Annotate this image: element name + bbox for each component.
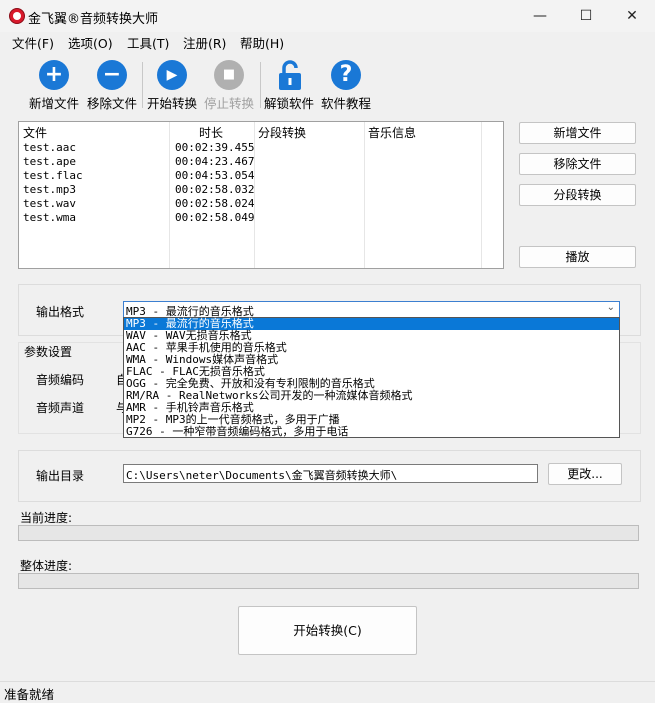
start-convert-tool-label: 开始转换	[146, 96, 197, 111]
file-name: test.wma	[23, 211, 76, 224]
change-dir-button[interactable]: 更改...	[548, 463, 622, 485]
unlock-software-tool-button[interactable]: 解锁软件	[263, 56, 315, 112]
close-button[interactable]: ✕	[609, 0, 655, 32]
file-name: test.wav	[23, 197, 76, 210]
column-divider	[481, 122, 482, 268]
column-header-file[interactable]: 文件	[23, 124, 47, 141]
overall-progress-label: 整体进度:	[20, 559, 73, 573]
current-progress-bar	[18, 525, 639, 541]
params-group-title: 参数设置	[24, 345, 73, 359]
column-header-duration[interactable]: 时长	[199, 124, 223, 141]
plus-icon: +	[39, 60, 69, 90]
tutorial-tool-label: 软件教程	[320, 96, 371, 111]
window-title: 金飞翼®音频转换大师	[28, 12, 159, 27]
file-duration: 00:04:53.054	[175, 169, 255, 182]
chevron-down-icon: ⌄	[606, 302, 615, 313]
start-convert-tool-button[interactable]: ▶ 开始转换	[146, 56, 198, 112]
overall-progress-bar	[18, 573, 639, 589]
output-dir-label: 输出目录	[36, 469, 85, 483]
minimize-button[interactable]: —	[517, 0, 563, 32]
status-bar: 准备就绪	[0, 681, 655, 702]
file-name: test.flac	[23, 169, 83, 182]
remove-file-button[interactable]: 移除文件	[519, 153, 636, 175]
format-option-g726[interactable]: G726 - 一种窄带音频编码格式，多用于电话	[124, 426, 619, 438]
menu-help[interactable]: 帮助(H)	[240, 33, 284, 52]
menu-file[interactable]: 文件(F)	[12, 33, 54, 52]
menu-options[interactable]: 选项(O)	[68, 33, 113, 52]
column-divider	[364, 122, 365, 268]
menu-tools[interactable]: 工具(T)	[127, 33, 169, 52]
unlock-software-tool-label: 解锁软件	[263, 96, 314, 111]
output-dir-path: C:\Users\neter\Documents\金飞翼音频转换大师\	[126, 469, 398, 482]
column-divider	[169, 122, 170, 268]
play-icon: ▶	[157, 60, 187, 90]
file-name: test.aac	[23, 141, 76, 154]
menu-register[interactable]: 注册(R)	[183, 33, 226, 52]
help-icon: ?	[331, 60, 361, 90]
stop-convert-tool-label: 停止转换	[203, 96, 254, 111]
file-duration: 00:02:39.455	[175, 141, 255, 154]
title-bar: 金飞翼®音频转换大师 — ☐ ✕	[0, 0, 655, 32]
add-file-tool-label: 新增文件	[28, 96, 79, 111]
toolbar-separator	[142, 62, 143, 108]
tutorial-tool-button[interactable]: ? 软件教程	[320, 56, 372, 112]
stop-convert-tool-button[interactable]: ■ 停止转换	[203, 56, 255, 112]
column-header-music-info[interactable]: 音乐信息	[368, 124, 416, 141]
toolbar: + 新增文件 − 移除文件 ▶ 开始转换 ■ 停止转换 解锁软件 ? 软件教程	[22, 56, 382, 114]
remove-file-tool-button[interactable]: − 移除文件	[86, 56, 138, 112]
unlock-icon	[279, 60, 301, 90]
file-name: test.ape	[23, 155, 76, 168]
file-duration: 00:04:23.467	[175, 155, 255, 168]
file-duration: 00:02:58.024	[175, 197, 255, 210]
start-convert-button[interactable]: 开始转换(C)	[238, 606, 417, 655]
file-name: test.mp3	[23, 183, 76, 196]
file-duration: 00:02:58.032	[175, 183, 255, 196]
file-list[interactable]: 文件 时长 分段转换 音乐信息 test.aac 00:02:39.455 te…	[18, 121, 504, 269]
segment-convert-button[interactable]: 分段转换	[519, 184, 636, 206]
stop-icon: ■	[214, 60, 244, 90]
output-dir-input[interactable]: C:\Users\neter\Documents\金飞翼音频转换大师\	[123, 464, 538, 483]
output-format-select[interactable]: MP3 - 最流行的音乐格式 ⌄	[123, 301, 620, 318]
menu-bar: 文件(F) 选项(O) 工具(T) 注册(R) 帮助(H)	[0, 32, 655, 54]
audio-codec-label: 音频编码	[36, 373, 85, 387]
current-progress-label: 当前进度:	[20, 511, 73, 525]
column-header-segment[interactable]: 分段转换	[258, 124, 306, 141]
minus-icon: −	[97, 60, 127, 90]
status-text: 准备就绪	[4, 687, 55, 702]
file-duration: 00:02:58.049	[175, 211, 255, 224]
app-logo-icon	[9, 8, 25, 24]
output-format-label: 输出格式	[36, 305, 85, 319]
audio-channel-label: 音频声道	[36, 401, 85, 415]
add-file-tool-button[interactable]: + 新增文件	[28, 56, 80, 112]
remove-file-tool-label: 移除文件	[86, 96, 137, 111]
output-format-dropdown: MP3 - 最流行的音乐格式 WAV - WAV无损音乐格式 AAC - 苹果手…	[123, 317, 620, 438]
add-file-button[interactable]: 新增文件	[519, 122, 636, 144]
play-button[interactable]: 播放	[519, 246, 636, 268]
toolbar-separator	[260, 62, 261, 108]
maximize-button[interactable]: ☐	[563, 0, 609, 32]
